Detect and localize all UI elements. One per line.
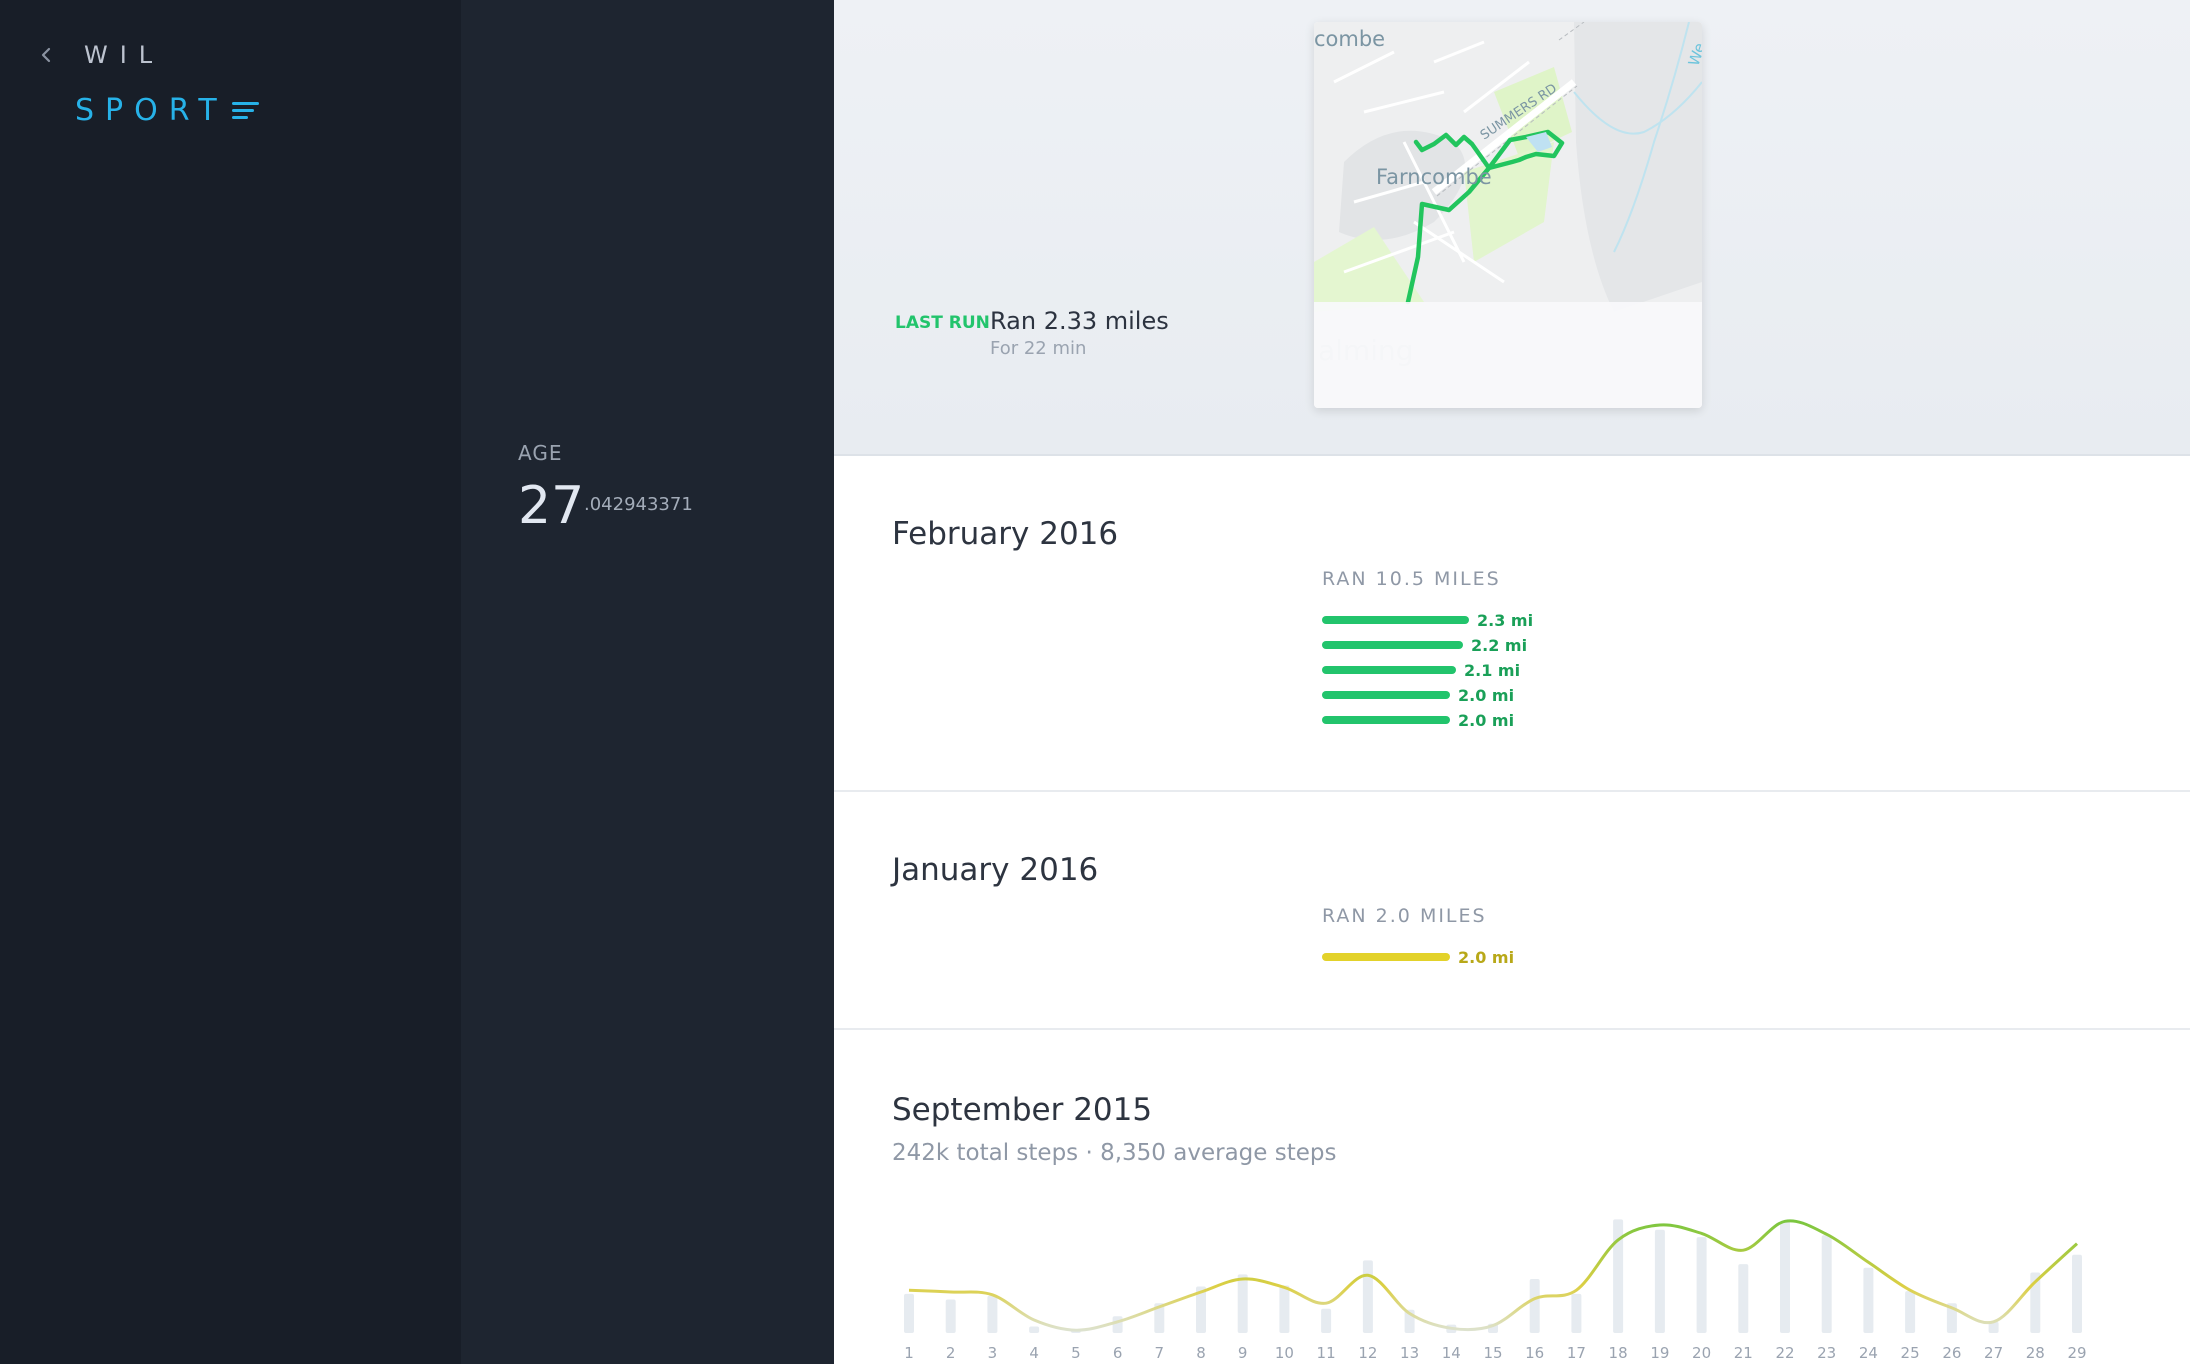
section-menu-toggle[interactable]: SPORT	[75, 93, 260, 128]
hero-section: combe Farncombe SUMMERS RD alming We	[834, 0, 2190, 456]
day-tick-label: 25	[1901, 1344, 1920, 1362]
steps-summary: 242k total steps · 8,350 average steps	[892, 1140, 1337, 1166]
main-content: combe Farncombe SUMMERS RD alming We Feb…	[834, 0, 2190, 1364]
run-bar	[1322, 691, 1450, 699]
day-tick-label: 14	[1442, 1344, 1461, 1362]
run-bar-row: 2.3 mi	[1322, 610, 1533, 630]
steps-bar	[1029, 1326, 1040, 1333]
run-bar-row: 2.1 mi	[1322, 660, 1520, 680]
day-tick-label: 4	[1029, 1344, 1039, 1362]
day-tick-label: 15	[1483, 1344, 1502, 1362]
run-bar-row: 2.2 mi	[1322, 635, 1527, 655]
steps-bar	[904, 1293, 914, 1333]
section-title: SPORT	[75, 93, 228, 128]
age-label: AGE	[518, 441, 563, 465]
steps-bar	[1654, 1229, 1665, 1333]
day-tick-label: 27	[1984, 1344, 2003, 1362]
back-button[interactable]: WIL	[36, 40, 164, 70]
day-tick-label: 17	[1567, 1344, 1586, 1362]
steps-bar	[1696, 1237, 1707, 1333]
age-value: 27	[518, 476, 585, 536]
day-tick-label: 7	[1155, 1344, 1165, 1362]
day-tick-label: 22	[1775, 1344, 1794, 1362]
day-tick-label: 2	[946, 1344, 956, 1362]
run-bar-row: 2.0 mi	[1322, 685, 1514, 705]
month-section-september: September 2015 242k total steps · 8,350 …	[834, 1030, 2190, 1364]
day-tick-label: 9	[1238, 1344, 1248, 1362]
day-tick-label: 24	[1859, 1344, 1878, 1362]
run-bar	[1322, 666, 1456, 674]
day-tick-label: 20	[1692, 1344, 1711, 1362]
day-tick-label: 10	[1275, 1344, 1294, 1362]
steps-bar	[1821, 1235, 1832, 1333]
steps-bar	[1780, 1221, 1790, 1333]
menu-icon[interactable]	[231, 100, 260, 122]
month-section-january: January 2016 RAN 2.0 MILES 2.0 mi	[834, 792, 2190, 1030]
age-decimals: .042943371	[584, 494, 693, 515]
last-run-card[interactable]: combe Farncombe SUMMERS RD alming We	[1314, 22, 1702, 408]
chevron-left-icon	[41, 47, 51, 63]
steps-bar	[1738, 1264, 1749, 1333]
day-tick-label: 21	[1734, 1344, 1753, 1362]
run-bar	[1322, 716, 1450, 724]
run-bar	[1322, 616, 1469, 624]
last-run-label: LAST RUN	[895, 313, 990, 333]
run-distance-label: 2.2 mi	[1471, 635, 1528, 655]
run-bar-row: 2.0 mi	[1322, 710, 1514, 730]
steps-chart: 1 2 3 4 5 6 7 8 9 10 11 12 13 14 15 16 17 18 19 20 21 22 23 24 2…	[904, 1219, 2087, 1362]
steps-bar	[2072, 1254, 2082, 1333]
steps-bar	[1362, 1260, 1373, 1333]
map-label: Farncombe	[1376, 165, 1492, 189]
run-distance-label: 2.1 mi	[1464, 660, 1521, 680]
user-name: WIL	[84, 41, 165, 69]
day-tick-label: 18	[1609, 1344, 1628, 1362]
run-bar	[1322, 953, 1450, 961]
month-section-february: February 2016 RAN 10.5 MILES 2.3 mi 2.2 m…	[834, 456, 2190, 792]
last-run-title: Ran 2.33 miles	[990, 307, 1169, 335]
profile-column	[461, 0, 834, 1364]
steps-bar	[945, 1299, 956, 1333]
day-tick-label: 1	[904, 1344, 914, 1362]
steps-trend-line	[908, 1219, 2079, 1332]
run-distance-label: 2.3 mi	[1477, 610, 1534, 630]
day-tick-label: 16	[1525, 1344, 1544, 1362]
steps-bar	[1571, 1293, 1582, 1333]
day-tick-label: 23	[1817, 1344, 1836, 1362]
month-title: February 2016	[892, 516, 1119, 552]
steps-bar	[987, 1295, 998, 1333]
map-label: combe	[1314, 27, 1385, 51]
day-tick-label: 11	[1317, 1344, 1336, 1362]
last-run-footer	[1314, 302, 1702, 408]
day-tick-label: 19	[1650, 1344, 1669, 1362]
month-title: September 2015	[892, 1092, 1153, 1128]
month-title: January 2016	[892, 852, 1099, 888]
day-tick-label: 26	[1942, 1344, 1961, 1362]
steps-bar	[1112, 1316, 1123, 1333]
sidebar: WIL SPORT	[0, 0, 461, 1364]
ran-summary: RAN 2.0 MILES	[1322, 905, 1487, 927]
run-bar	[1322, 641, 1463, 649]
steps-bar	[1321, 1308, 1332, 1333]
run-bar-row: 2.0 mi	[1322, 947, 1514, 967]
day-tick-label: 6	[1113, 1344, 1123, 1362]
last-run-duration: For 22 min	[990, 338, 1087, 359]
steps-bar	[1905, 1291, 1916, 1333]
day-tick-label: 5	[1071, 1344, 1081, 1362]
run-distance-label: 2.0 mi	[1458, 710, 1515, 730]
steps-bar	[1237, 1274, 1248, 1333]
day-tick-label: 8	[1196, 1344, 1206, 1362]
steps-bar	[1863, 1267, 1874, 1333]
day-tick-label: 12	[1358, 1344, 1377, 1362]
run-distance-label: 2.0 mi	[1458, 685, 1515, 705]
day-tick-label: 13	[1400, 1344, 1419, 1362]
day-tick-label: 29	[2067, 1344, 2086, 1362]
steps-bar	[1529, 1279, 1540, 1333]
steps-bar	[1279, 1285, 1290, 1333]
run-distance-label: 2.0 mi	[1458, 947, 1515, 967]
day-tick-label: 28	[2026, 1344, 2045, 1362]
ran-summary: RAN 10.5 MILES	[1322, 568, 1501, 590]
day-tick-label: 3	[988, 1344, 998, 1362]
